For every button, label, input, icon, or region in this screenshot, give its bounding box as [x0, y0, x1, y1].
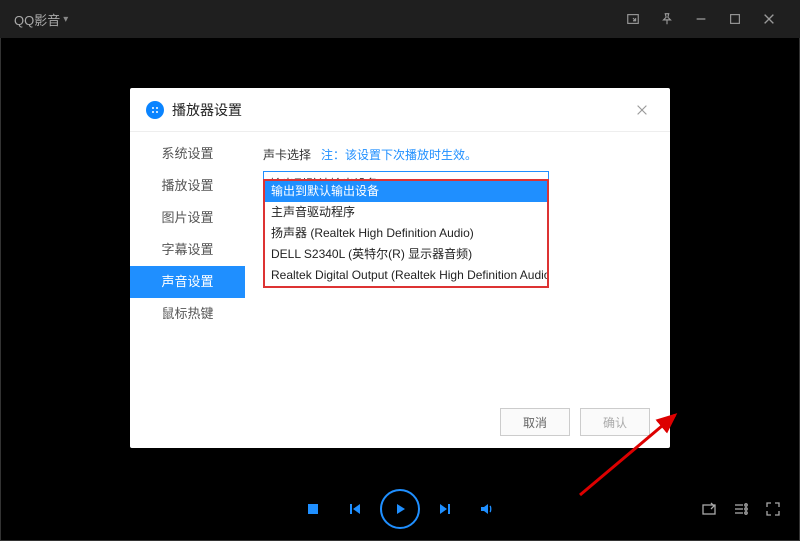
stop-button[interactable]	[296, 492, 330, 526]
settings-dialog: 播放器设置 系统设置 播放设置 图片设置 字幕设置 声音设置 鼠标热键 声卡选择…	[130, 88, 670, 448]
volume-button[interactable]	[470, 492, 504, 526]
titlebar: QQ影音 ▾	[0, 0, 800, 38]
sidebar-item-system[interactable]: 系统设置	[130, 138, 245, 170]
minimize-icon[interactable]	[684, 0, 718, 38]
play-button[interactable]	[380, 489, 420, 529]
compact-mode-icon[interactable]	[616, 0, 650, 38]
confirm-button[interactable]: 确认	[580, 408, 650, 436]
close-icon[interactable]	[752, 0, 786, 38]
dialog-close-icon[interactable]	[630, 98, 654, 122]
sidebar-item-hotkey[interactable]: 鼠标热键	[130, 298, 245, 330]
pin-icon[interactable]	[650, 0, 684, 38]
dialog-title: 播放器设置	[172, 100, 242, 120]
dropdown-option[interactable]: 扬声器 (Realtek High Definition Audio)	[265, 223, 547, 244]
right-controls	[700, 489, 782, 529]
playlist-icon[interactable]	[732, 500, 750, 518]
app-logo-icon	[146, 101, 164, 119]
sidebar-item-subtitle[interactable]: 字幕设置	[130, 234, 245, 266]
cancel-button[interactable]: 取消	[500, 408, 570, 436]
dropdown-option[interactable]: 主声音驱动程序	[265, 202, 547, 223]
soundcard-dropdown: 输出到默认输出设备 主声音驱动程序 扬声器 (Realtek High Defi…	[263, 179, 549, 288]
sidebar-item-playback[interactable]: 播放设置	[130, 170, 245, 202]
fullscreen-icon[interactable]	[764, 500, 782, 518]
next-button[interactable]	[428, 492, 462, 526]
previous-button[interactable]	[338, 492, 372, 526]
maximize-icon[interactable]	[718, 0, 752, 38]
dialog-header: 播放器设置	[130, 88, 670, 132]
sidebar-item-audio[interactable]: 声音设置	[130, 266, 245, 298]
dialog-content: 声卡选择 注：该设置下次播放时生效。 输出到默认输出设备 ▽ 输出到默认输出设备…	[245, 132, 670, 396]
dialog-footer: 取消 确认	[130, 396, 670, 448]
dropdown-option[interactable]: Realtek Digital Output (Realtek High Def…	[265, 265, 547, 286]
dialog-sidebar: 系统设置 播放设置 图片设置 字幕设置 声音设置 鼠标热键	[130, 132, 245, 396]
player-controls	[0, 489, 800, 529]
soundcard-label: 声卡选择	[263, 146, 311, 163]
app-title: QQ影音	[14, 10, 60, 29]
dropdown-option[interactable]: 输出到默认输出设备	[265, 181, 547, 202]
sidebar-item-picture[interactable]: 图片设置	[130, 202, 245, 234]
chevron-down-icon[interactable]: ▾	[63, 14, 68, 25]
dropdown-option[interactable]: DELL S2340L (英特尔(R) 显示器音频)	[265, 244, 547, 265]
soundcard-note: 注：该设置下次播放时生效。	[321, 146, 477, 163]
open-file-icon[interactable]	[700, 500, 718, 518]
